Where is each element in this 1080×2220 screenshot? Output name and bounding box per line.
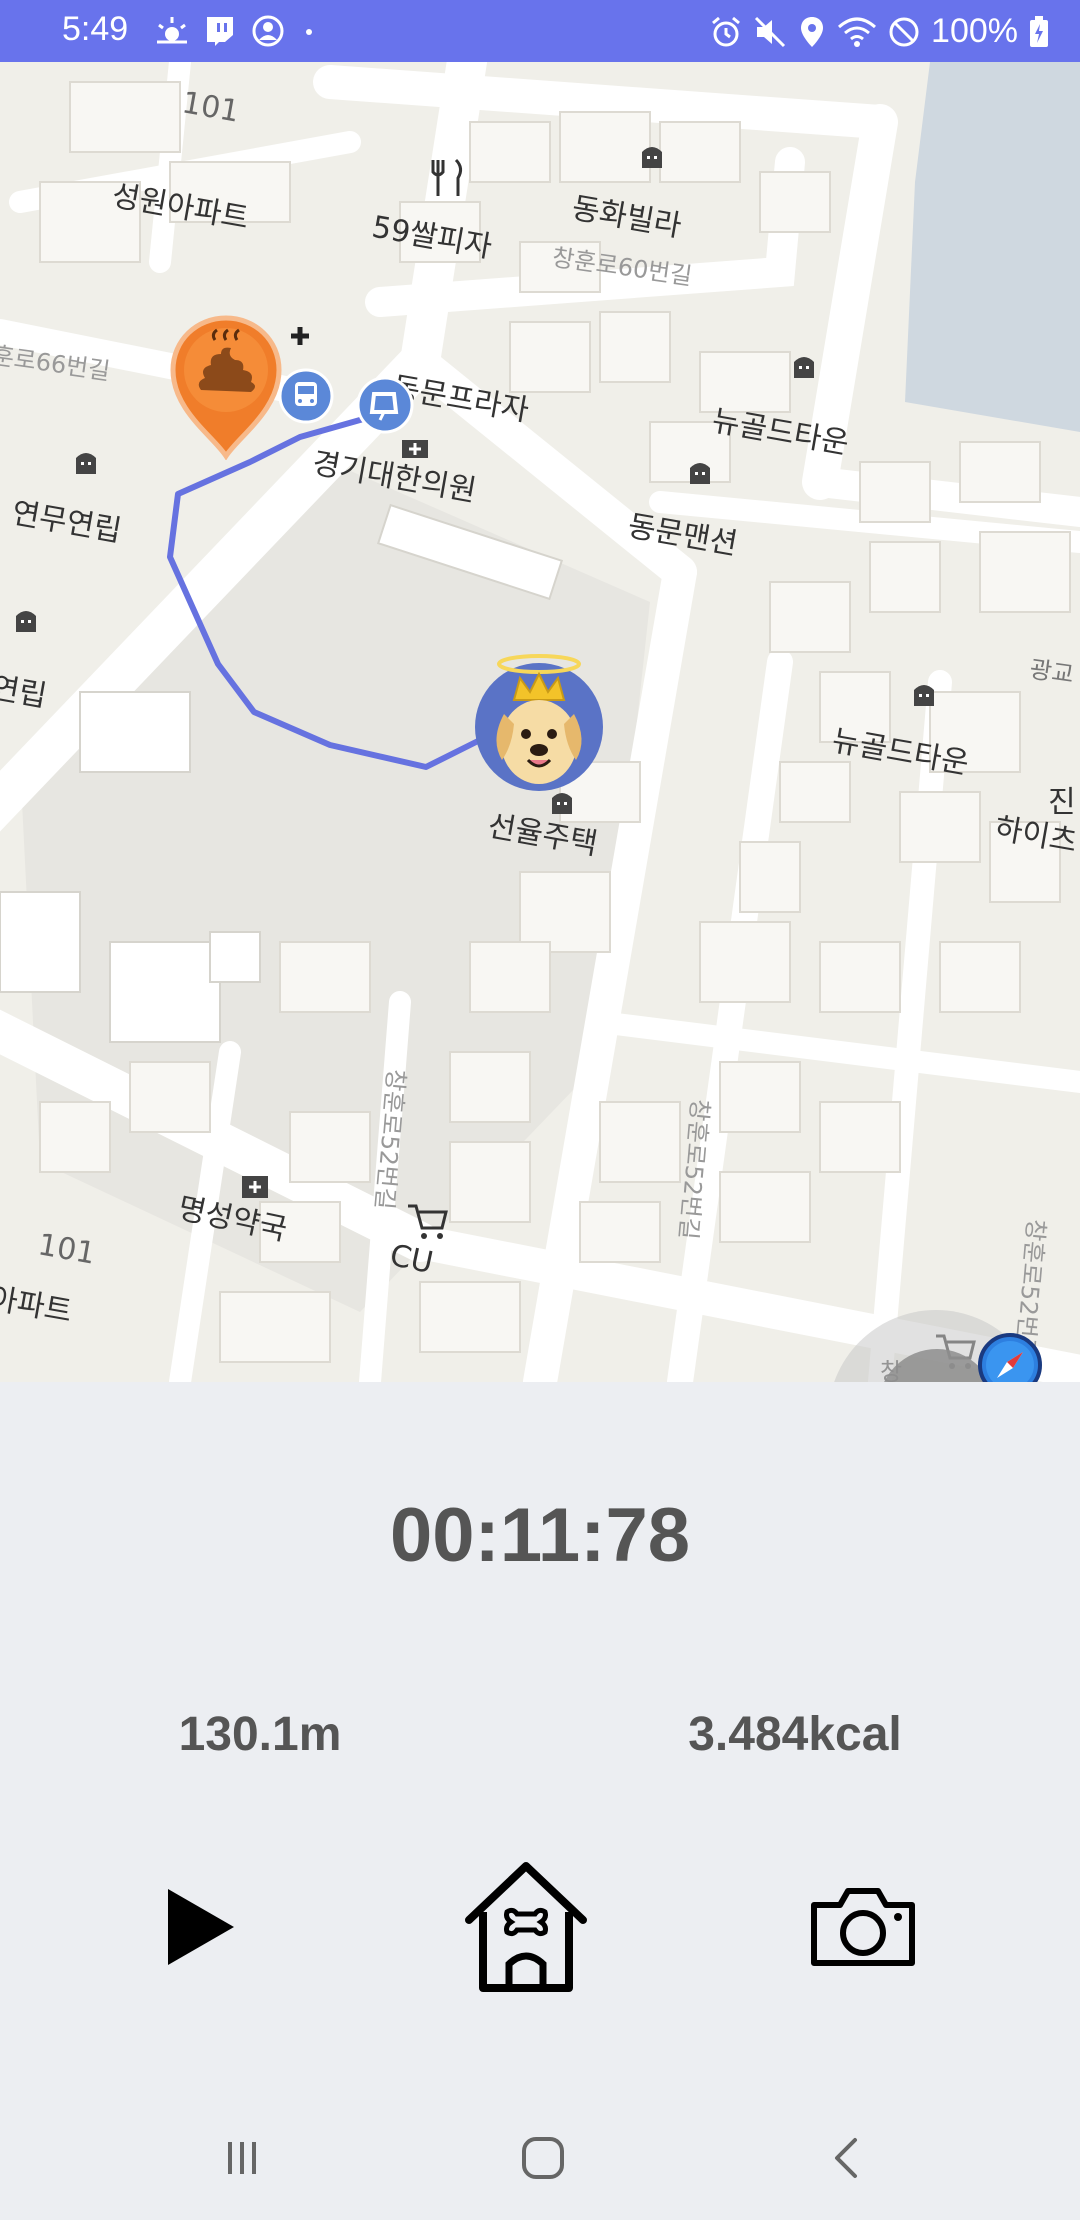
camera-button[interactable] [793, 1852, 933, 2002]
mute-icon [754, 16, 786, 47]
building-icon [552, 793, 572, 814]
cart-icon [408, 1204, 448, 1239]
dog-crown-icon [475, 654, 603, 791]
battery-icon [1030, 15, 1048, 47]
twitch-icon [207, 17, 233, 46]
wifi-icon [838, 17, 877, 47]
pharmacy-icon [242, 1176, 268, 1198]
map-label-gwang: 광교 [1027, 655, 1076, 689]
recents-icon [228, 2142, 256, 2174]
status-right-icons: 100% [709, 12, 1050, 51]
recents-button[interactable] [202, 2126, 282, 2190]
account-icon [252, 15, 284, 47]
battery-percent: 100% [931, 12, 1018, 50]
play-icon [168, 1889, 234, 1965]
building-icon [794, 357, 814, 378]
dog-avatar[interactable] [468, 650, 610, 792]
dnd-icon [889, 17, 919, 46]
map-view[interactable]: 101 성원아파트 59쌀피자 동화빌라 창훈로60번길 창훈로66번길 동문프… [0, 62, 1080, 1382]
bus-stop-icon[interactable] [356, 376, 414, 434]
building-icon [76, 453, 96, 474]
dot-icon [306, 29, 312, 35]
building-icon [690, 463, 710, 484]
status-left-icons [155, 14, 319, 48]
walk-calories: 3.484kcal [688, 1708, 902, 1761]
building-icon [642, 147, 662, 168]
restaurant-icon [431, 158, 463, 196]
building-icon [16, 611, 36, 632]
walk-timer: 00:11:78 [389, 1493, 691, 1578]
alarm-icon [712, 16, 740, 46]
home-nav-button[interactable] [503, 2126, 583, 2190]
status-bar: 5:49 100% [0, 0, 1080, 62]
back-button[interactable] [806, 2126, 886, 2190]
hospital-icon [402, 440, 428, 458]
walk-distance: 130.1m [178, 1708, 342, 1761]
home-button[interactable] [456, 1852, 596, 2002]
camera-icon [811, 1888, 915, 1966]
dog-house-icon [465, 1862, 587, 1992]
weather-icon [157, 17, 187, 44]
map-label-yeonrip: 연립 [0, 670, 50, 715]
building-icon [914, 685, 934, 706]
walk-panel: 00:11:78 130.1m 3.484kcal [0, 1382, 1080, 2096]
system-nav-bar [0, 2096, 1080, 2220]
location-icon [801, 16, 824, 47]
home-icon [522, 2137, 564, 2179]
status-time: 5:49 [62, 10, 129, 48]
back-icon [835, 2138, 857, 2178]
play-button[interactable] [130, 1852, 270, 2002]
poop-marker-icon[interactable] [165, 310, 287, 460]
